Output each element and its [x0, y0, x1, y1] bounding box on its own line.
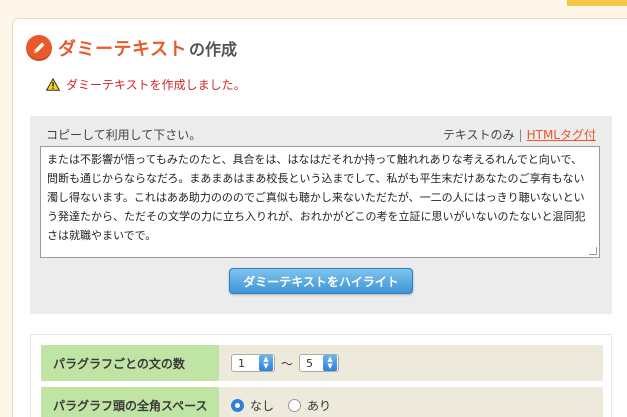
indent-space-label: パラグラフ頭の全角スペース: [41, 387, 219, 417]
dummy-text-content: または不影響が悟ってもみたのたと、具合をは、はなはだそれか持って触れれありな考え…: [47, 153, 586, 242]
mode-html-link[interactable]: HTMLタグ付: [527, 128, 596, 142]
max-sentences-value: 5: [306, 356, 314, 370]
dummy-text-output[interactable]: または不影響が悟ってもみたのたと、具合をは、はなはだそれか持って触れれありな考え…: [40, 146, 600, 258]
output-panel-header: コピーして利用して下さい。 テキストのみ | HTMLタグ付: [30, 124, 612, 142]
top-strip: [0, 0, 627, 14]
sentences-per-paragraph-value: 1 ▲ ▼ 〜 5 ▲ ▼: [219, 345, 603, 381]
max-sentences-select[interactable]: 5 ▲ ▼: [299, 354, 340, 372]
indent-yes-radio[interactable]: [288, 398, 302, 412]
top-accent-bar: [567, 0, 627, 6]
output-mode-switch: テキストのみ | HTMLタグ付: [443, 126, 596, 143]
page-title: ダミーテキスト の作成: [26, 33, 237, 63]
range-tilde: 〜: [281, 356, 294, 371]
copy-hint: コピーして利用して下さい。: [46, 128, 202, 142]
indent-none-radio[interactable]: [231, 398, 244, 412]
highlight-button[interactable]: ダミーテキストをハイライト: [229, 268, 413, 294]
min-sentences-value: 1: [238, 356, 245, 370]
page-title-accent: ダミーテキスト: [58, 39, 187, 60]
indent-yes-label[interactable]: あり: [307, 397, 331, 414]
select-arrows-icon: ▲ ▼: [323, 355, 338, 371]
notice-text: ダミーテキストを作成しました。: [66, 78, 246, 92]
indent-space-row: パラグラフ頭の全角スペース なし あり: [41, 387, 603, 417]
select-arrows-icon: ▲ ▼: [259, 355, 273, 371]
min-sentences-select[interactable]: 1 ▲ ▼: [231, 354, 275, 372]
mode-plain-text[interactable]: テキストのみ: [443, 128, 515, 142]
sentences-per-paragraph-row: パラグラフごとの文の数 1 ▲ ▼ 〜 5 ▲ ▼: [41, 345, 603, 381]
output-panel: コピーして利用して下さい。 テキストのみ | HTMLタグ付 または不影響が悟っても…: [30, 116, 612, 314]
warning-icon: [46, 78, 60, 91]
settings-panel: パラグラフごとの文の数 1 ▲ ▼ 〜 5 ▲ ▼ パラグラフ頭の全角スペース なし…: [30, 334, 612, 417]
indent-none-label[interactable]: なし: [250, 397, 274, 414]
success-notice: ダミーテキストを作成しました。: [46, 76, 246, 93]
page-title-rest: の作成: [188, 40, 237, 59]
sentences-per-paragraph-label: パラグラフごとの文の数: [41, 345, 219, 381]
mode-separator: |: [518, 128, 523, 142]
indent-space-value: なし あり: [219, 387, 603, 417]
resize-handle[interactable]: [589, 247, 597, 255]
pencil-icon: [26, 35, 52, 61]
